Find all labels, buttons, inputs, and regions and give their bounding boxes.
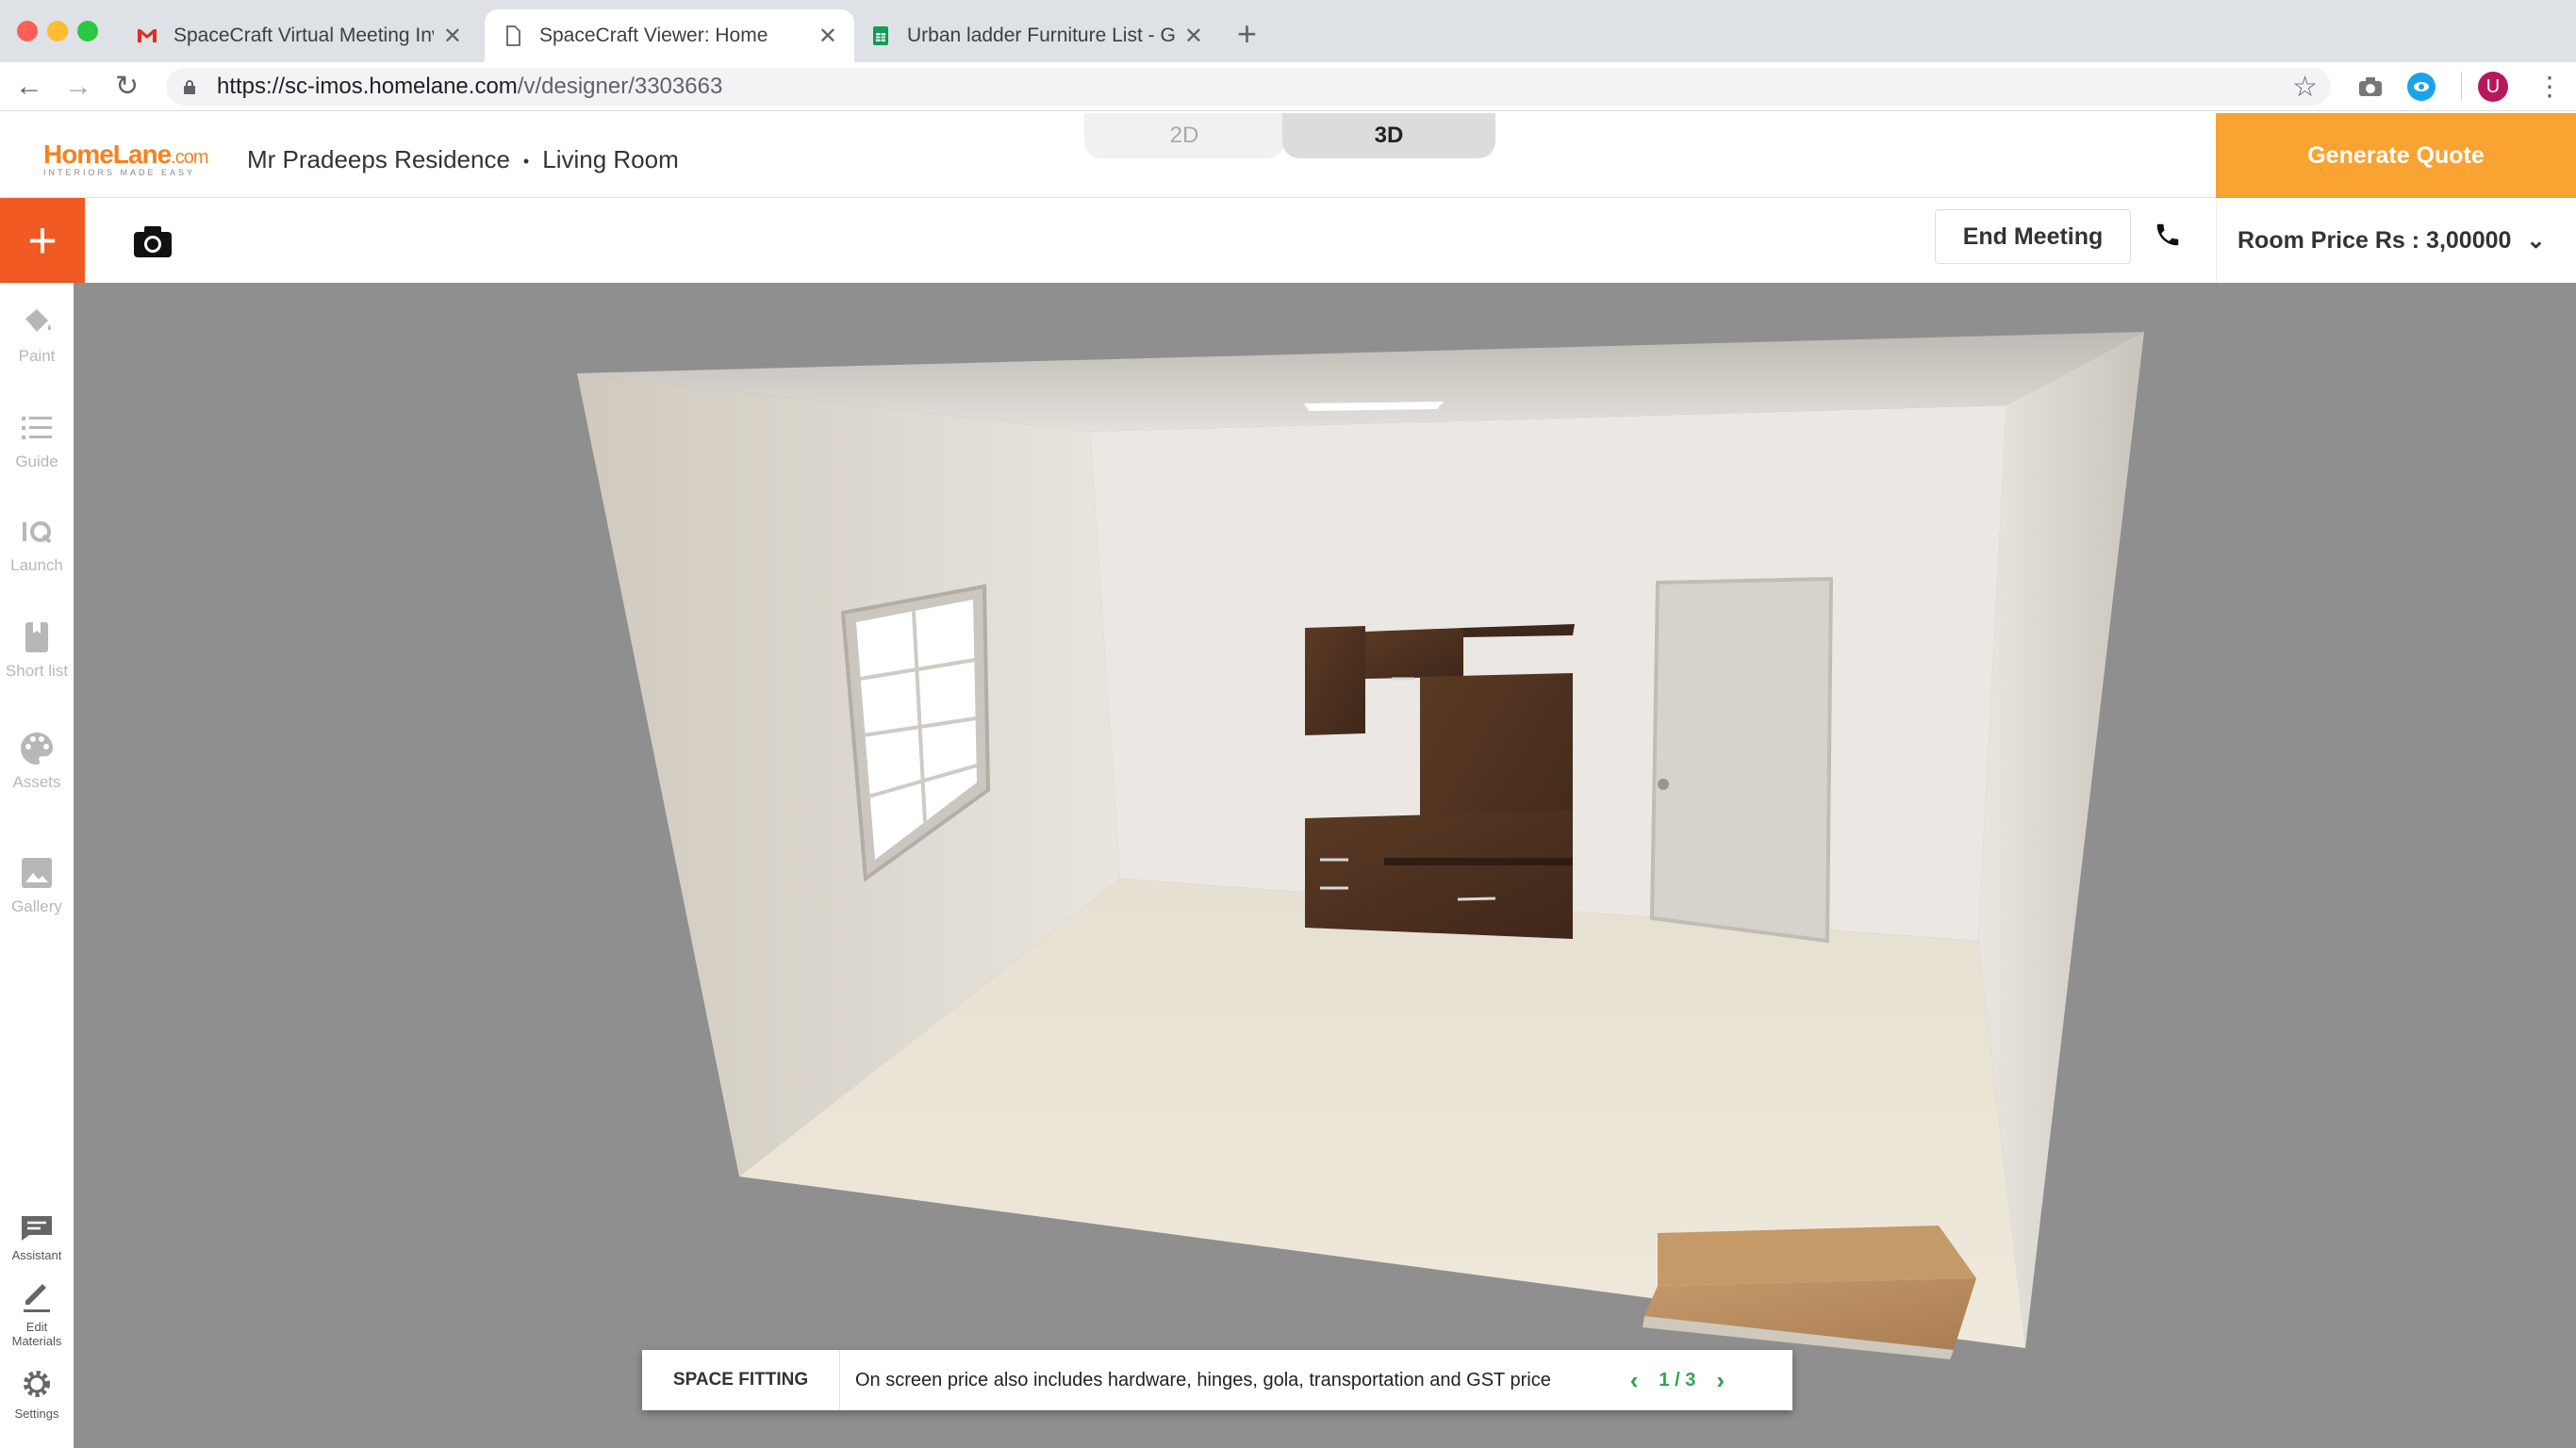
generate-quote-button[interactable]: Generate Quote <box>2216 113 2576 198</box>
close-tab-icon[interactable]: ✕ <box>443 23 462 50</box>
breadcrumb-separator: • <box>522 151 530 171</box>
chevron-left-icon[interactable]: ‹ <box>1630 1366 1639 1395</box>
tab-title: Urban ladder Furniture List - G <box>907 25 1175 46</box>
3d-viewport[interactable] <box>74 283 2576 1448</box>
room-price-value: Room Price Rs : 3,00000 <box>2237 226 2512 254</box>
browser-tab-spacecraft[interactable]: SpaceCraft Viewer: Home ✕ <box>485 9 854 62</box>
url-text: https://sc-imos.homelane.com/v/designer/… <box>217 74 722 100</box>
sidebar-item-paint[interactable]: Paint <box>0 304 74 365</box>
sidebar-item-label: Assets <box>12 773 61 791</box>
room-name: Living Room <box>542 145 679 173</box>
reload-icon[interactable]: ↻ <box>115 70 139 104</box>
avatar-initial: U <box>2485 75 2501 97</box>
iq-icon <box>23 521 52 544</box>
room-price-dropdown[interactable]: Room Price Rs : 3,00000 ⌄ <box>2216 198 2576 283</box>
space-fitting-banner: SPACE FITTING On screen price also inclu… <box>642 1350 1792 1410</box>
logo-suffix: .com <box>171 147 208 168</box>
sidebar-item-settings[interactable]: Settings <box>0 1367 74 1421</box>
sidebar-item-assets[interactable]: Assets <box>0 730 74 791</box>
gmail-icon <box>138 29 157 42</box>
minimize-window-button[interactable] <box>47 21 68 41</box>
sidebar-item-label: Gallery <box>11 897 62 915</box>
sidebar-item-label: Launch <box>10 556 63 574</box>
sidebar-item-label: Short list <box>5 662 69 680</box>
tab-2d-view[interactable]: 2D <box>1084 113 1284 158</box>
edit-icon <box>24 1284 50 1312</box>
sheets-icon <box>873 26 888 45</box>
close-window-button[interactable] <box>17 21 38 41</box>
left-sidebar: Paint Guide Launch Short list Assets Gal… <box>0 283 74 1448</box>
banner-message: On screen price also includes hardware, … <box>855 1369 1551 1390</box>
chevron-right-icon[interactable]: › <box>1716 1366 1725 1395</box>
lock-icon <box>184 80 195 94</box>
maximize-window-button[interactable] <box>77 21 98 41</box>
back-icon[interactable]: ← <box>15 70 43 104</box>
paint-bucket-icon <box>25 309 52 332</box>
sidebar-item-label: Settings <box>14 1407 59 1421</box>
forward-icon[interactable]: → <box>64 70 92 104</box>
phone-icon[interactable] <box>2154 221 2182 249</box>
browser-tab-gmail[interactable]: SpaceCraft Virtual Meeting Inv ✕ <box>119 9 479 62</box>
camera-extension-icon[interactable] <box>2355 72 2386 102</box>
gear-icon <box>24 1371 50 1397</box>
bookmark-star-icon[interactable]: ☆ <box>2292 71 2318 104</box>
extension-eye-icon[interactable] <box>2406 72 2436 102</box>
url-field[interactable]: https://sc-imos.homelane.com/v/designer/… <box>166 68 2331 106</box>
sidebar-item-shortlist[interactable]: Short list <box>0 618 74 680</box>
camera-icon[interactable] <box>132 224 173 258</box>
page-icon <box>506 25 520 46</box>
sidebar-item-assistant[interactable]: Assistant <box>0 1212 74 1262</box>
browser-tab-sheets[interactable]: Urban ladder Furniture List - G ✕ <box>852 9 1220 62</box>
banner-label: SPACE FITTING <box>642 1350 840 1410</box>
app-toolbar: + End Meeting Room Price Rs : 3,00000 ⌄ <box>0 198 2576 283</box>
sidebar-item-label: Paint <box>18 347 56 365</box>
sidebar-item-label: Assistant <box>11 1248 62 1262</box>
address-bar: ← → ↻ https://sc-imos.homelane.com/v/des… <box>0 62 2576 111</box>
tab-title: SpaceCraft Viewer: Home <box>539 25 768 46</box>
profile-avatar[interactable]: U <box>2478 72 2508 102</box>
logo-brand: HomeLane <box>43 140 172 169</box>
browser-menu-icon[interactable]: ⋮ <box>2536 70 2563 104</box>
logo-tagline: INTERIORS MADE EASY <box>43 168 196 177</box>
homelane-logo[interactable]: HomeLane.com INTERIORS MADE EASY <box>43 140 209 177</box>
sidebar-item-guide[interactable]: Guide <box>0 409 74 470</box>
add-button[interactable]: + <box>0 198 85 283</box>
breadcrumb: Mr Pradeeps Residence • Living Room <box>247 145 679 174</box>
banner-pager: ‹ 1 / 3 › <box>1610 1366 1745 1395</box>
url-host: https://sc-imos.homelane.com <box>217 74 518 99</box>
room-3d-render[interactable] <box>74 283 2576 1448</box>
banner-page-indicator: 1 / 3 <box>1659 1369 1696 1390</box>
end-meeting-button[interactable]: End Meeting <box>1935 209 2131 264</box>
sidebar-item-gallery[interactable]: Gallery <box>0 854 74 915</box>
close-tab-icon[interactable]: ✕ <box>1184 23 1203 50</box>
sidebar-item-label: Edit Materials <box>11 1320 62 1348</box>
new-tab-icon[interactable]: + <box>1237 17 1257 51</box>
sidebar-item-label: Guide <box>15 452 58 470</box>
tab-title: SpaceCraft Virtual Meeting Inv <box>173 25 434 46</box>
url-path: /v/designer/3303663 <box>517 74 723 99</box>
sidebar-item-edit-materials[interactable]: Edit Materials <box>0 1280 74 1348</box>
project-name: Mr Pradeeps Residence <box>247 145 510 173</box>
tab-3d-view[interactable]: 3D <box>1282 113 1495 158</box>
browser-tab-bar: SpaceCraft Virtual Meeting Inv ✕ SpaceCr… <box>0 0 2576 62</box>
palette-icon <box>21 732 53 765</box>
chevron-down-icon: ⌄ <box>2526 227 2546 254</box>
sidebar-item-launch[interactable]: Launch <box>0 513 74 574</box>
list-icon <box>22 417 52 439</box>
image-icon <box>22 858 52 888</box>
close-tab-icon[interactable]: ✕ <box>818 23 837 50</box>
bookmark-icon <box>25 622 48 652</box>
assistant-icon <box>22 1216 52 1241</box>
